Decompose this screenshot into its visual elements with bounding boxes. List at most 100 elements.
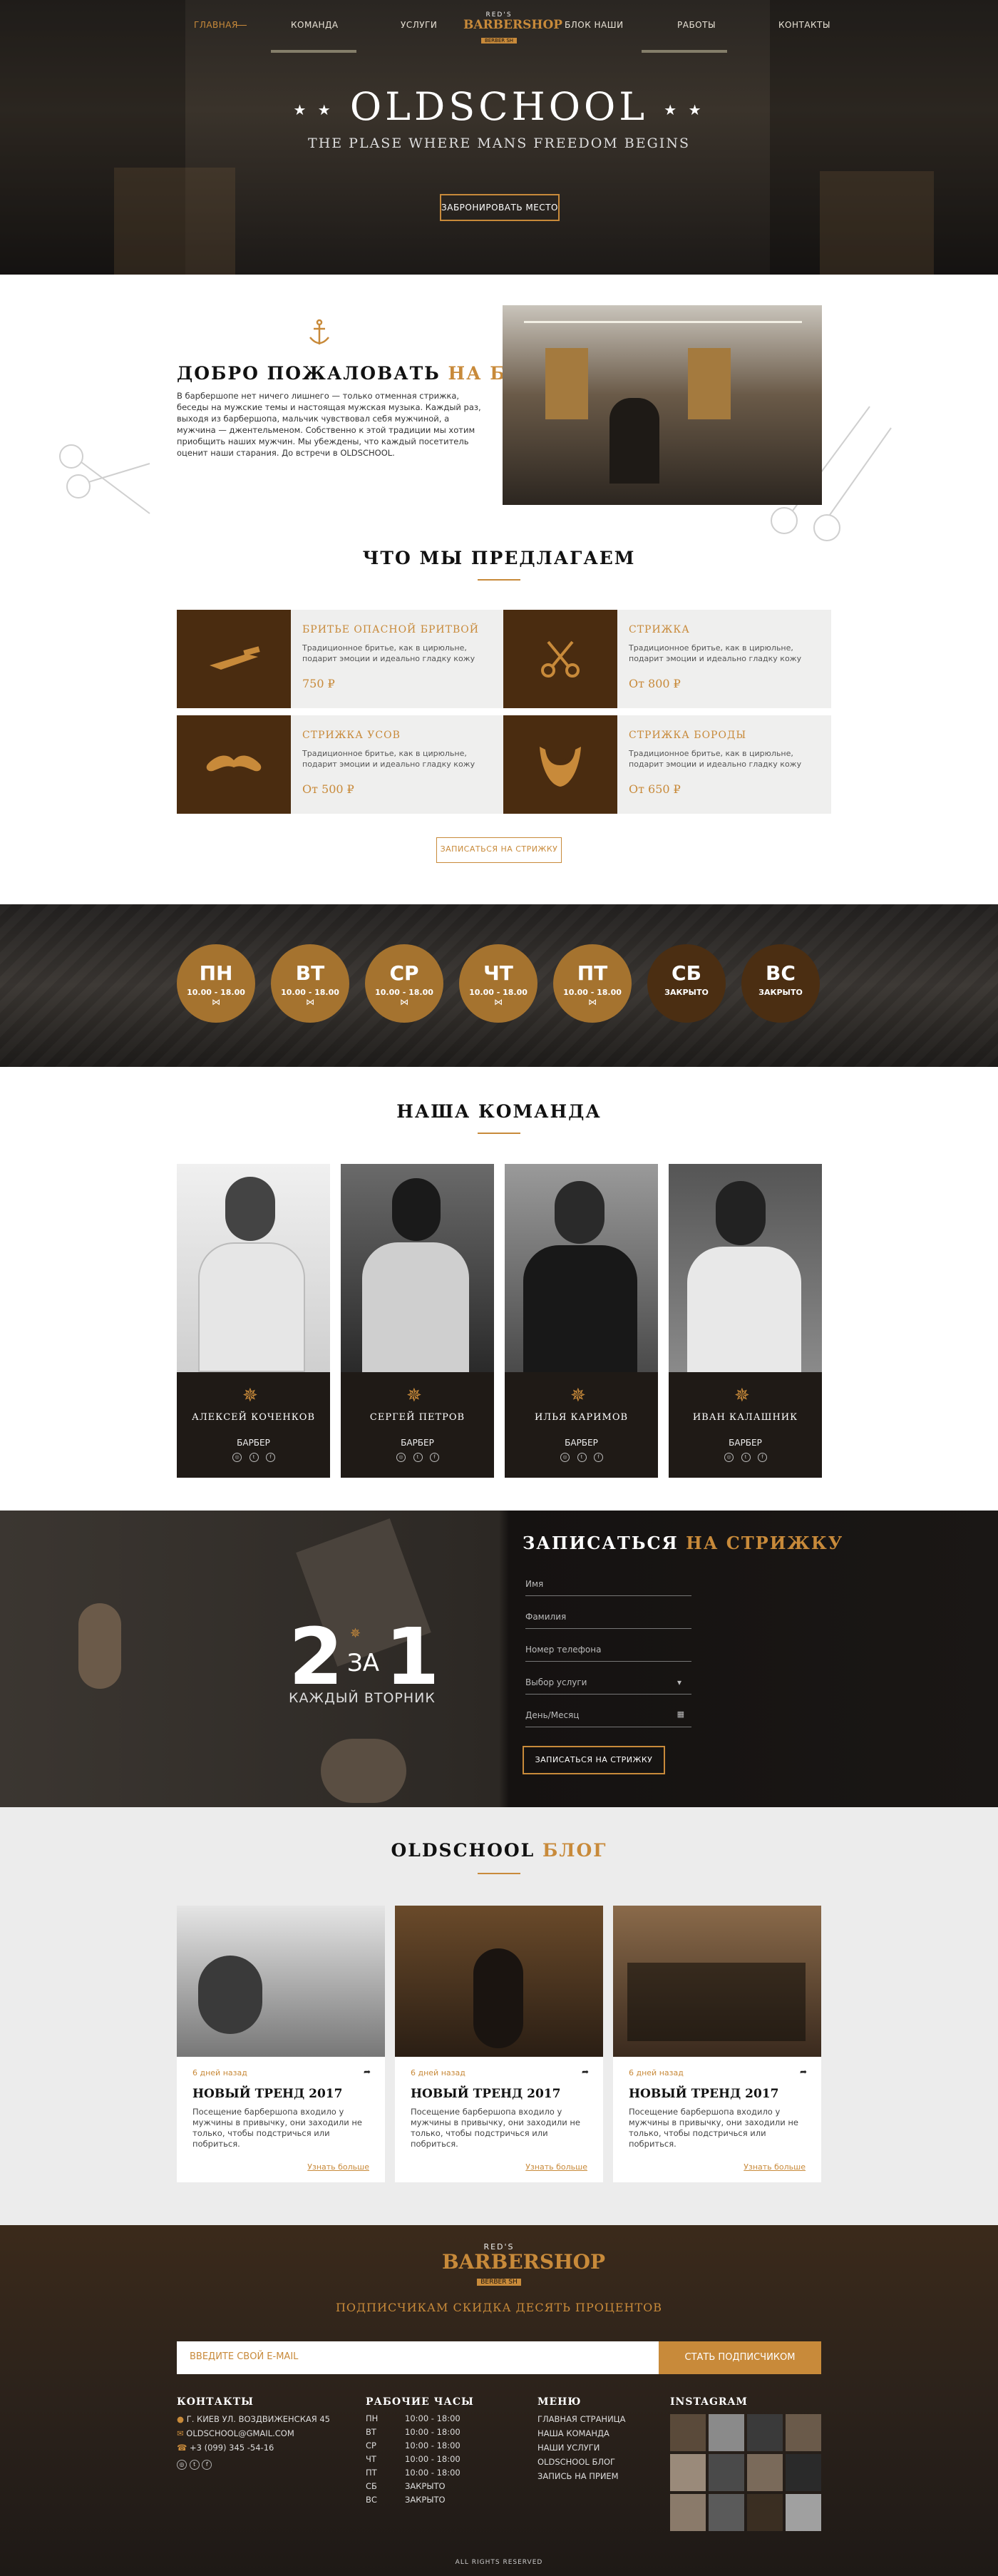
hours-time: ЗАКРЫТО	[405, 2481, 446, 2491]
instagram-thumb[interactable]	[786, 2454, 821, 2491]
read-more-link[interactable]: Узнать больше	[744, 2162, 806, 2172]
footer-menu-link[interactable]: НАШИ УСЛУГИ	[537, 2440, 625, 2455]
facebook-icon[interactable]: f	[758, 1453, 767, 1462]
barbershop-photo	[503, 305, 822, 505]
team-member-card[interactable]: ✵ СЕРГЕЙ ПЕТРОВ БАРБЕР ◎ t f	[341, 1164, 494, 1478]
post-image	[177, 1906, 385, 2057]
email[interactable]: OLDSCHOOL@GMAIL.COM	[186, 2428, 294, 2438]
booking-title-b: НА СТРИЖКУ	[686, 1533, 844, 1553]
share-icon[interactable]: ➦	[800, 2067, 807, 2077]
nav-item-team[interactable]: КОМАНДА	[291, 20, 339, 30]
hours-day: ПН	[366, 2413, 379, 2423]
instagram-icon[interactable]: ◎	[724, 1453, 734, 1462]
service-card[interactable]: СТРИЖКА БОРОДЫ Традиционное бритье, как …	[503, 715, 831, 814]
date-input[interactable]: День/Месяц ▦	[525, 1706, 691, 1727]
first-name-input[interactable]: Имя	[525, 1575, 691, 1596]
post-title: НОВЫЙ ТРЕНД 2017	[629, 2087, 779, 2101]
instagram-thumb[interactable]	[786, 2494, 821, 2531]
team-member-card[interactable]: ✵ ИЛЬЯ КАРИМОВ БАРБЕР ◎ t f	[505, 1164, 658, 1478]
instagram-thumb[interactable]	[747, 2454, 783, 2491]
instagram-thumb[interactable]	[747, 2414, 783, 2451]
blog-post-card[interactable]: 6 дней назад ➦ НОВЫЙ ТРЕНД 2017 Посещени…	[177, 1906, 385, 2182]
hours-time: 10:00 - 18:00	[405, 2413, 461, 2423]
schedule-day: ПТ 10.00 - 18.00 ⋈	[553, 944, 632, 1023]
share-icon[interactable]: ➦	[364, 2067, 371, 2077]
instagram-icon[interactable]: ◎	[560, 1453, 570, 1462]
instagram-icon[interactable]: ◎	[232, 1453, 242, 1462]
hours-row: СР 10:00 - 18:00	[366, 2439, 465, 2453]
twitter-icon[interactable]: t	[413, 1453, 423, 1462]
post-text: Посещение барбершопа входило у мужчины в…	[411, 2107, 580, 2149]
photo-head	[198, 1956, 262, 2034]
share-icon[interactable]: ➦	[582, 2067, 589, 2077]
instagram-thumb[interactable]	[670, 2414, 706, 2451]
twitter-icon[interactable]: t	[577, 1453, 587, 1462]
social-icons: ◎ t f	[724, 1453, 767, 1463]
read-more-link[interactable]: Узнать больше	[525, 2162, 587, 2172]
twitter-icon[interactable]: t	[249, 1453, 259, 1462]
twitter-icon[interactable]: t	[741, 1453, 751, 1462]
blog-post-card[interactable]: 6 дней назад ➦ НОВЫЙ ТРЕНД 2017 Посещени…	[613, 1906, 821, 2182]
day-hours: 10.00 - 18.00	[187, 988, 245, 997]
nav-item-services[interactable]: УСЛУГИ	[401, 20, 437, 30]
title-divider	[478, 1133, 520, 1134]
subscribe-button[interactable]: СТАТЬ ПОДПИСЧИКОМ	[659, 2341, 821, 2374]
photo-head	[716, 1181, 766, 1245]
footer-menu-link[interactable]: ЗАПИСЬ НА ПРИЕМ	[537, 2469, 625, 2483]
blog-post-card[interactable]: 6 дней назад ➦ НОВЫЙ ТРЕНД 2017 Посещени…	[395, 1906, 603, 2182]
instagram-thumb[interactable]	[670, 2494, 706, 2531]
instagram-thumb[interactable]	[747, 2494, 783, 2531]
last-name-input[interactable]: Фамилия	[525, 1608, 691, 1629]
promo-subtitle: КАЖДЫЙ ВТОРНИК	[289, 1690, 436, 1706]
read-more-link[interactable]: Узнать больше	[307, 2162, 369, 2172]
footer-menu-link[interactable]: ГЛАВНАЯ СТРАНИЦА	[537, 2412, 625, 2426]
email-input[interactable]: ВВЕДИТЕ СВОЙ E-MAIL	[177, 2341, 659, 2374]
address-row: ● Г. КИЕВ УЛ. ВОЗДВИЖЕНСКАЯ 45	[177, 2412, 330, 2426]
footer-menu-link[interactable]: НАША КОМАНДА	[537, 2426, 625, 2440]
instagram-thumb[interactable]	[709, 2454, 744, 2491]
team-member-card[interactable]: ✵ АЛЕКСЕЙ КОЧЕНКОВ БАРБЕР ◎ t f	[177, 1164, 330, 1478]
book-seat-button[interactable]: ЗАБРОНИРОВАТЬ МЕСТО	[440, 194, 560, 221]
facebook-icon[interactable]: f	[202, 2460, 212, 2470]
phone[interactable]: +3 (099) 345 -54-16	[190, 2443, 274, 2453]
service-card[interactable]: БРИТЬЕ ОПАСНОЙ БРИТВОЙ Традиционное брит…	[177, 610, 505, 708]
post-title: НОВЫЙ ТРЕНД 2017	[192, 2087, 343, 2101]
hours-row: ПТ 10:00 - 18:00	[366, 2466, 465, 2480]
member-role: БАРБЕР	[729, 1438, 762, 1448]
hero-furniture	[820, 171, 934, 275]
logo[interactable]: RED'S BARBERSHOP BERBER SH	[463, 11, 562, 44]
photo-group	[627, 1963, 806, 2041]
mail-icon: ✉	[177, 2428, 184, 2438]
instagram-thumb[interactable]	[709, 2414, 744, 2451]
instagram-thumb[interactable]	[709, 2494, 744, 2531]
instagram-thumb[interactable]	[670, 2454, 706, 2491]
service-card[interactable]: СТРИЖКА УСОВ Традиционное бритье, как в …	[177, 715, 505, 814]
post-text: Посещение барбершопа входило у мужчины в…	[629, 2107, 798, 2149]
facebook-icon[interactable]: f	[594, 1453, 603, 1462]
instagram-thumb[interactable]	[786, 2414, 821, 2451]
team-member-card[interactable]: ✵ ИВАН КАЛАШНИК БАРБЕР ◎ t f	[669, 1164, 822, 1478]
footer-menu-link[interactable]: OLDSCHOOL БЛОГ	[537, 2455, 625, 2469]
facebook-icon[interactable]: f	[430, 1453, 439, 1462]
member-photo	[505, 1164, 658, 1372]
day-name: ПН	[199, 961, 233, 985]
instagram-grid	[670, 2414, 821, 2531]
instagram-icon[interactable]: ◎	[396, 1453, 406, 1462]
twitter-icon[interactable]: t	[189, 2460, 200, 2470]
submit-booking-button[interactable]: ЗАПИСАТЬСЯ НА СТРИЖКУ	[523, 1746, 665, 1774]
service-card[interactable]: СТРИЖКА Традиционное бритье, как в цирюл…	[503, 610, 831, 708]
day-hours: 10.00 - 18.00	[375, 988, 433, 997]
nav-item-blog[interactable]: БЛОК НАШИ	[565, 20, 624, 30]
phone-input[interactable]: Номер телефона	[525, 1640, 691, 1662]
nav-item-works[interactable]: РАБОТЫ	[677, 20, 716, 30]
bowtie-icon: ⋈	[494, 997, 503, 1007]
instagram-icon[interactable]: ◎	[177, 2460, 187, 2470]
member-role: БАРБЕР	[565, 1438, 598, 1448]
facebook-icon[interactable]: f	[266, 1453, 275, 1462]
service-select[interactable]: Выбор услуги ▾	[525, 1673, 691, 1695]
book-haircut-button[interactable]: ЗАПИСАТЬСЯ НА СТРИЖКУ	[436, 837, 562, 863]
hours-row: СБ ЗАКРЫТО	[366, 2480, 465, 2493]
nav-item-home[interactable]: ГЛАВНАЯ	[194, 20, 238, 30]
service-price: От 800 ₽	[629, 677, 681, 690]
nav-item-contacts[interactable]: КОНТАКТЫ	[778, 20, 830, 30]
